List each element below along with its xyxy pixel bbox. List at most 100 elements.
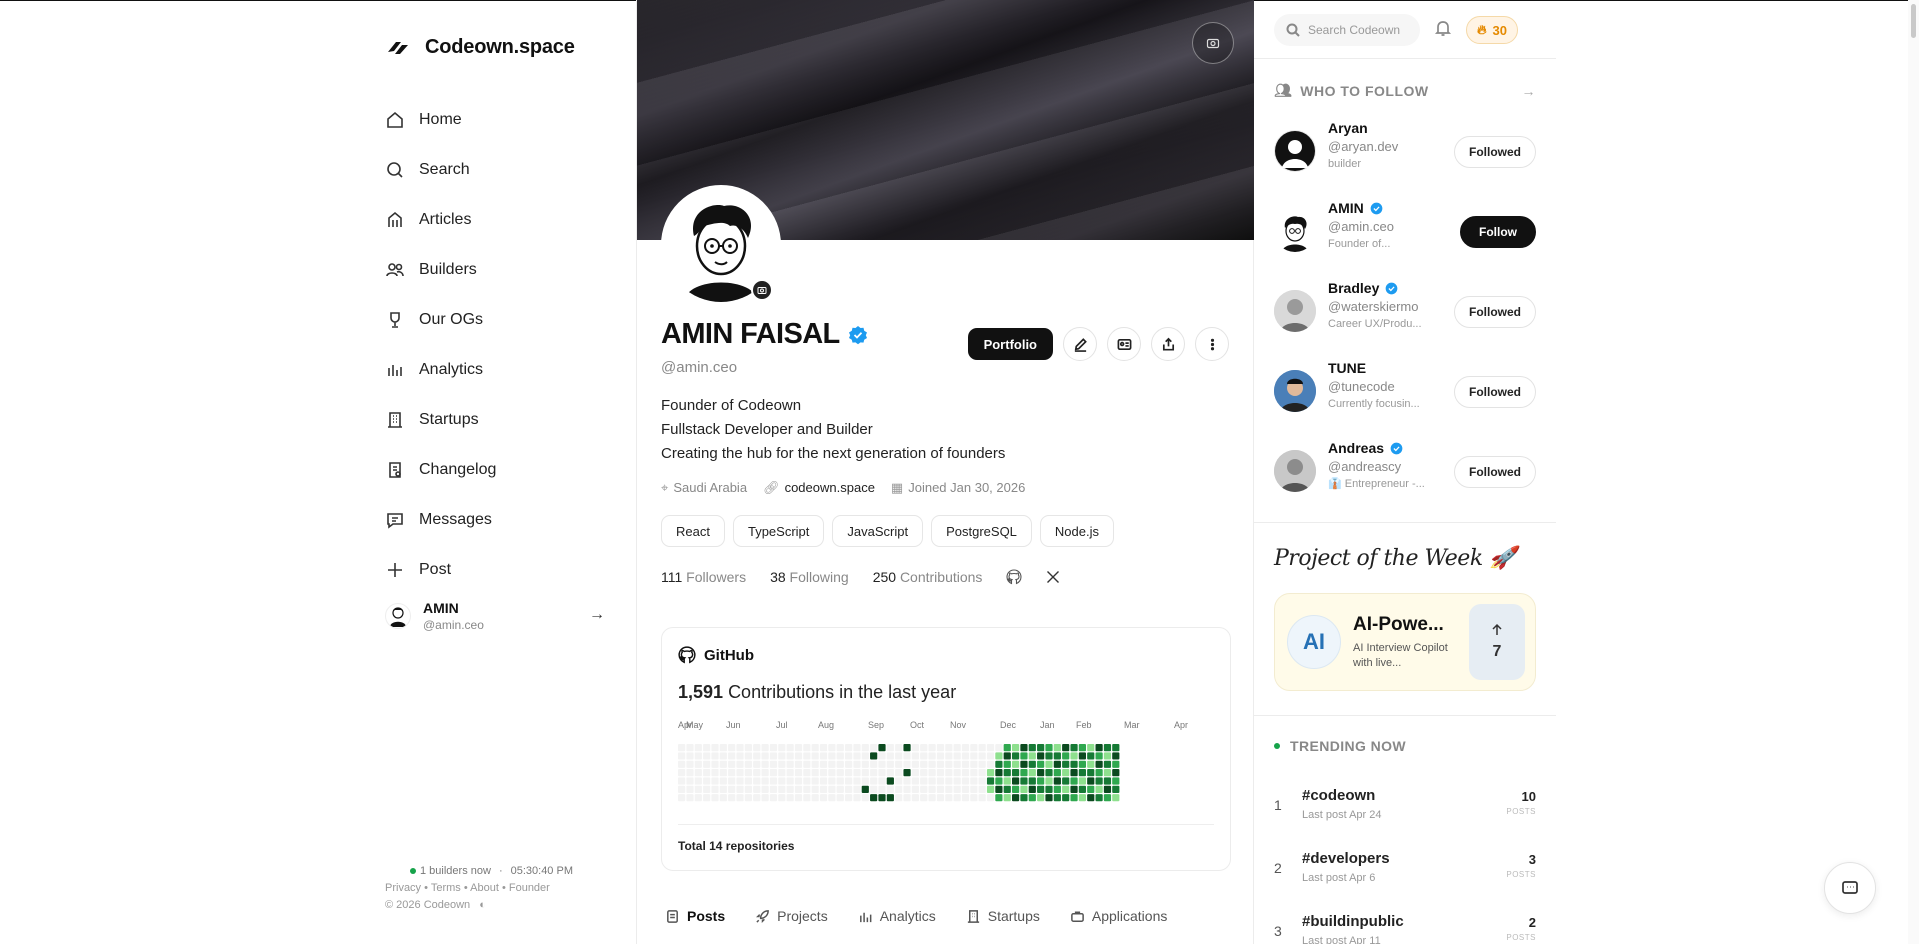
- chat-icon: [1842, 881, 1858, 894]
- heatmap-cell: [1070, 777, 1078, 785]
- heatmap-cell: [1070, 752, 1078, 760]
- profile-bio: Founder of Codeown Fullstack Developer a…: [661, 394, 1005, 466]
- heatmap-cell: [1045, 744, 1053, 752]
- heatmap-cell: [678, 760, 686, 768]
- heatmap-cell: [711, 769, 719, 777]
- project-of-week-card[interactable]: AI AI-Powe... AI Interview Copilot with …: [1274, 593, 1536, 691]
- nav-item-analytics[interactable]: Analytics: [385, 345, 635, 395]
- notifications-button[interactable]: [1434, 19, 1452, 42]
- followers-stat[interactable]: 111 Followers: [661, 569, 746, 585]
- follow-suggestion[interactable]: Aryan @aryan.dev builder Followed: [1274, 118, 1536, 198]
- heatmap-cell: [703, 794, 711, 802]
- followed-button[interactable]: Followed: [1454, 456, 1536, 488]
- contributions-stat[interactable]: 250 Contributions: [873, 569, 983, 585]
- follow-suggestion[interactable]: TUNE @tunecode Currently focusin... Foll…: [1274, 358, 1536, 438]
- share-profile-button[interactable]: [1151, 327, 1185, 361]
- github-icon[interactable]: [1006, 569, 1022, 585]
- edit-profile-button[interactable]: [1063, 327, 1097, 361]
- nav-item-startups[interactable]: Startups: [385, 395, 635, 445]
- theme-toggle-icon[interactable]: ◐: [479, 899, 486, 911]
- tab-projects[interactable]: Projects: [751, 908, 832, 924]
- heatmap-cell: [953, 794, 961, 802]
- heatmap-cell: [853, 794, 861, 802]
- streak-badge[interactable]: 🔥︎ 30: [1466, 16, 1519, 44]
- brand[interactable]: Codeown.space: [385, 36, 575, 59]
- heatmap-cell: [1095, 777, 1103, 785]
- follow-button[interactable]: Follow: [1460, 216, 1536, 248]
- flame-icon: 🔥︎: [1477, 22, 1487, 37]
- heatmap-cell: [1062, 785, 1070, 793]
- heatmap-cell: [786, 785, 794, 793]
- suggestion-bio: 👔 Entrepreneur -...: [1328, 478, 1425, 490]
- upvote-button[interactable]: 7: [1469, 604, 1525, 680]
- streak-count: 30: [1492, 22, 1508, 38]
- more-options-button[interactable]: [1195, 327, 1229, 361]
- footer-link-founder[interactable]: Founder: [509, 882, 550, 894]
- follow-suggestion[interactable]: AMIN @amin.ceo Founder of... Follow: [1274, 198, 1536, 278]
- arrow-right-icon[interactable]: →: [589, 606, 605, 624]
- footer-link-privacy[interactable]: Privacy: [385, 882, 421, 894]
- nav-item-articles[interactable]: Articles: [385, 195, 635, 245]
- nav-item-post[interactable]: Post: [385, 545, 635, 595]
- skill-tag[interactable]: Node.js: [1039, 515, 1114, 547]
- heatmap-cell: [870, 794, 878, 802]
- heatmap-cell: [828, 777, 836, 785]
- trending-item[interactable]: 2 #developers Last post Apr 6 3 POSTS: [1274, 846, 1536, 909]
- heatmap-cell: [903, 760, 911, 768]
- heatmap-cell: [928, 785, 936, 793]
- followed-button[interactable]: Followed: [1454, 296, 1536, 328]
- sidebar-profile[interactable]: AMIN @amin.ceo →: [385, 600, 605, 632]
- heatmap-cell: [719, 744, 727, 752]
- id-card-button[interactable]: [1107, 327, 1141, 361]
- nav-item-changelog[interactable]: Changelog: [385, 445, 635, 495]
- heatmap-cell: [978, 760, 986, 768]
- portfolio-button[interactable]: Portfolio: [967, 328, 1053, 360]
- nav-item-messages[interactable]: Messages: [385, 495, 635, 545]
- nav-item-our-ogs[interactable]: Our OGs: [385, 295, 635, 345]
- suggestion-handle: @tunecode: [1328, 379, 1395, 394]
- heatmap-cell: [728, 760, 736, 768]
- followed-button[interactable]: Followed: [1454, 136, 1536, 168]
- chat-button[interactable]: [1824, 862, 1876, 914]
- follow-suggestion[interactable]: Andreas @andreascy 👔 Entrepreneur -... F…: [1274, 438, 1536, 518]
- nav-item-search[interactable]: Search: [385, 145, 635, 195]
- heatmap-cell: [961, 760, 970, 768]
- search-input[interactable]: Search Codeown: [1274, 14, 1420, 46]
- footer-link-terms[interactable]: Terms: [431, 882, 461, 894]
- following-stat[interactable]: 38 Following: [770, 569, 849, 585]
- skill-tag[interactable]: TypeScript: [732, 515, 825, 547]
- skill-tag[interactable]: JavaScript: [832, 515, 924, 547]
- heatmap-cell: [1103, 785, 1112, 793]
- x-twitter-icon[interactable]: [1046, 570, 1060, 584]
- followed-button[interactable]: Followed: [1454, 376, 1536, 408]
- nav-item-home[interactable]: Home: [385, 95, 635, 145]
- heatmap-cell: [961, 794, 970, 802]
- heatmap-cell: [845, 785, 853, 793]
- skill-tag[interactable]: PostgreSQL: [931, 515, 1032, 547]
- heatmap-cell: [978, 777, 986, 785]
- tab-analytics[interactable]: Analytics: [854, 908, 940, 924]
- trending-item[interactable]: 1 #codeown Last post Apr 24 10 POSTS: [1274, 783, 1536, 846]
- page-scrollbar[interactable]: [1908, 0, 1919, 944]
- sidebar-profile-handle: @amin.ceo: [423, 618, 484, 632]
- footer-link-about[interactable]: About: [470, 882, 499, 894]
- scrollbar-thumb[interactable]: [1911, 4, 1916, 38]
- trending-item[interactable]: 3 #buildinpublic Last post Apr 11 2 POST…: [1274, 909, 1536, 944]
- nav-item-builders[interactable]: Builders: [385, 245, 635, 295]
- tab-startups[interactable]: Startups: [962, 908, 1044, 924]
- heatmap-cell: [719, 794, 727, 802]
- heatmap-cell: [694, 794, 702, 802]
- tab-posts[interactable]: Posts: [661, 908, 729, 924]
- status-row: 1 builders now · 05:30:40 PM: [385, 863, 605, 880]
- tab-applications[interactable]: Applications: [1066, 908, 1172, 924]
- change-avatar-button[interactable]: [751, 279, 773, 301]
- skill-tag[interactable]: React: [661, 515, 725, 547]
- follow-suggestion[interactable]: Bradley @waterskiermo Career UX/Produ...…: [1274, 278, 1536, 358]
- website-link[interactable]: 🔗︎ codeown.space: [763, 480, 875, 496]
- avatar: [1274, 450, 1316, 492]
- arrow-right-icon[interactable]: →: [1522, 83, 1537, 99]
- change-cover-button[interactable]: [1192, 22, 1234, 64]
- heatmap-cell: [1062, 744, 1070, 752]
- heatmap-cell: [694, 744, 702, 752]
- articles-icon: [388, 211, 402, 227]
